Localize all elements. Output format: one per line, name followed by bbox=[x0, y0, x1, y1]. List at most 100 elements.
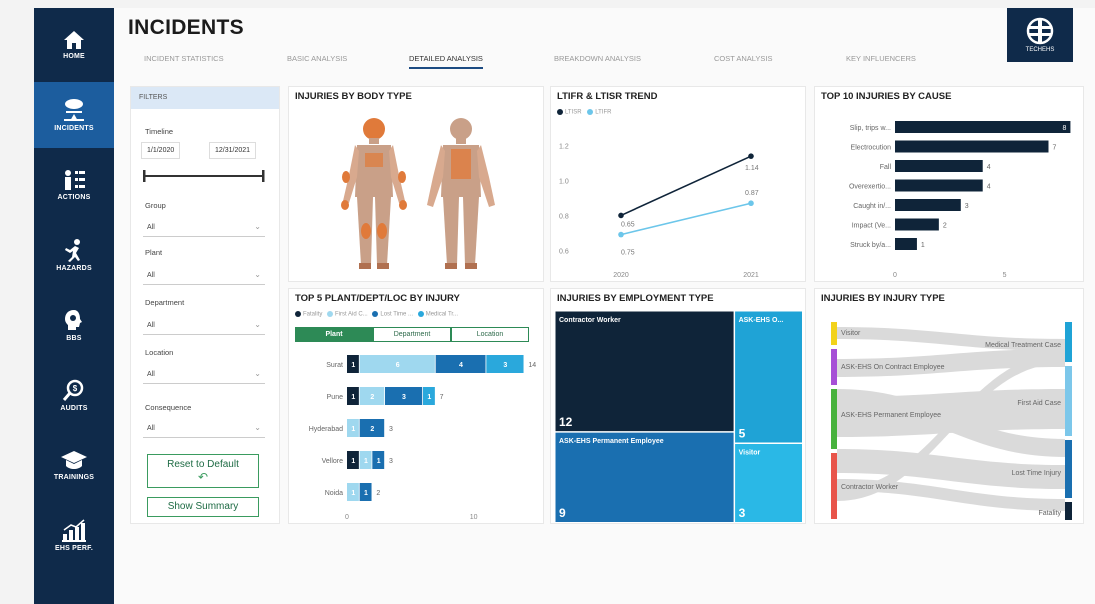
top10-chart: Slip, trips w... 8 Electrocution 7 Fall 4 Over… bbox=[849, 121, 1071, 279]
undo-icon: ↶ bbox=[197, 470, 209, 484]
y-tick-label: 1.2 bbox=[559, 144, 569, 151]
nav-label: TRAININGS bbox=[53, 474, 95, 481]
treemap-value-label: 3 bbox=[739, 506, 746, 520]
body-back-figure bbox=[427, 118, 495, 269]
treemap-value-label: 12 bbox=[559, 415, 573, 429]
sankey-node-permanent-employee[interactable] bbox=[831, 389, 837, 449]
injury-type-sankey: Visitor ASK-EHS On Contract Employee ASK… bbox=[831, 322, 1072, 520]
sankey-node-contractor-worker[interactable] bbox=[831, 453, 837, 519]
employment-treemap: Contractor Worker 12 ASK-EHS Permanent Emp… bbox=[555, 311, 802, 522]
segment-value-label: 1 bbox=[427, 394, 431, 401]
x-tick-label: 10 bbox=[470, 514, 478, 521]
bar-value-label: 4 bbox=[987, 164, 991, 171]
plant-select-value: All bbox=[147, 272, 155, 279]
sidebar-nav: HOME INCIDENTS ACTIONS HAZARDS BBS $ AUD… bbox=[34, 8, 114, 604]
tab-basic-analysis[interactable]: BASIC ANALYSIS bbox=[287, 54, 347, 67]
department-label: Department bbox=[145, 298, 185, 307]
timeline-slider-end-handle[interactable] bbox=[262, 170, 265, 182]
sankey-target-label: First Aid Case bbox=[1017, 400, 1061, 407]
filters-header: FILTERS bbox=[131, 87, 279, 109]
segment-value-label: 1 bbox=[351, 394, 355, 401]
data-point-ltisr bbox=[748, 153, 754, 159]
sankey-node-first-aid[interactable] bbox=[1065, 366, 1072, 436]
logo-mark-icon bbox=[1026, 17, 1054, 45]
timeline-slider[interactable] bbox=[143, 169, 267, 183]
nav-item-bbs[interactable]: BBS bbox=[34, 292, 114, 358]
treemap-cell bbox=[555, 432, 734, 522]
sankey-node-lost-time[interactable] bbox=[1065, 440, 1072, 498]
treemap-category-label: Visitor bbox=[739, 450, 761, 457]
reset-to-default-button[interactable]: Reset to Default ↶ bbox=[147, 454, 259, 488]
segment-value-label: 1 bbox=[351, 458, 355, 465]
tab-incident-statistics[interactable]: INCIDENT STATISTICS bbox=[144, 54, 224, 67]
location-label: Location bbox=[145, 348, 174, 357]
series-line-ltisr bbox=[620, 155, 752, 217]
main-content: INCIDENTS TECHEHS INCIDENT STATISTICS BA… bbox=[114, 8, 1095, 604]
sankey-node-visitor[interactable] bbox=[831, 322, 837, 345]
tab-breakdown-analysis[interactable]: BREAKDOWN ANALYSIS bbox=[554, 54, 641, 67]
x-tick-label: 0 bbox=[893, 272, 897, 279]
nav-item-actions[interactable]: ACTIONS bbox=[34, 152, 114, 218]
logo-text: TECHEHS bbox=[1025, 47, 1055, 53]
bar-total-label: 3 bbox=[389, 458, 393, 465]
location-select-value: All bbox=[147, 371, 155, 378]
group-select[interactable]: All ⌄ bbox=[143, 219, 265, 237]
bar-value-label: 7 bbox=[1052, 145, 1056, 152]
nav-item-hazards[interactable]: HAZARDS bbox=[34, 222, 114, 288]
incidents-icon bbox=[64, 99, 84, 121]
sankey-node-contract-employee[interactable] bbox=[831, 349, 837, 385]
segment-value-label: 2 bbox=[370, 426, 374, 433]
sankey-source-label: ASK-EHS On Contract Employee bbox=[841, 364, 945, 371]
category-label: Electrocution bbox=[851, 145, 892, 152]
treemap-cell bbox=[555, 311, 734, 432]
data-label: 0.75 bbox=[621, 250, 635, 257]
y-tick-label: 0.8 bbox=[559, 213, 569, 220]
trend-chart: 1.2 1.0 0.8 0.6 2020 2021 1.14 0.65 0.87 0.75 bbox=[559, 144, 759, 279]
tab-detailed-analysis[interactable]: DETAILED ANALYSIS bbox=[409, 54, 483, 69]
nav-label: BBS bbox=[66, 335, 82, 342]
data-point-ltisr bbox=[618, 212, 624, 219]
x-tick-label: 0 bbox=[345, 514, 349, 521]
consequence-select[interactable]: All ⌄ bbox=[143, 420, 265, 438]
tab-key-influencers[interactable]: KEY INFLUENCERS bbox=[846, 54, 916, 67]
chevron-down-icon: ⌄ bbox=[254, 320, 261, 329]
date-to-input[interactable]: 12/31/2021 bbox=[209, 142, 257, 159]
panel-title: INJURIES BY BODY TYPE bbox=[295, 91, 412, 102]
sankey-node-fatality[interactable] bbox=[1065, 502, 1072, 520]
timeline-label: Timeline bbox=[145, 127, 174, 136]
audits-icon: $ bbox=[62, 379, 84, 401]
ehs-perf-icon bbox=[62, 519, 86, 542]
nav-label: ACTIONS bbox=[57, 194, 91, 201]
nav-label: HOME bbox=[63, 53, 85, 60]
top5-chart: Surat 1 6 4 3 14 Pune 1 2 3 1 7 Hyderabad 1 2 3 Vellore 1… bbox=[309, 355, 536, 521]
treemap-category-label: ASK-EHS O... bbox=[739, 317, 784, 324]
plant-select[interactable]: All ⌄ bbox=[143, 267, 265, 285]
nav-label: EHS PERF. bbox=[55, 545, 93, 552]
plant-label: Plant bbox=[145, 248, 163, 257]
chevron-down-icon: ⌄ bbox=[254, 423, 261, 432]
tab-cost-analysis[interactable]: COST ANALYSIS bbox=[714, 54, 773, 67]
sankey-node-medical-treatment[interactable] bbox=[1065, 322, 1072, 362]
department-select[interactable]: All ⌄ bbox=[143, 317, 265, 335]
nav-item-audits[interactable]: $ AUDITS bbox=[34, 362, 114, 428]
category-label: Hyderabad bbox=[309, 426, 343, 433]
bar-total-label: 7 bbox=[440, 394, 444, 401]
nav-item-home[interactable]: HOME bbox=[34, 12, 114, 78]
category-label: Slip, trips w... bbox=[850, 125, 891, 132]
location-select[interactable]: All ⌄ bbox=[143, 366, 265, 384]
timeline-slider-start-handle[interactable] bbox=[143, 170, 146, 182]
bar-value-label: 4 bbox=[987, 184, 991, 191]
chevron-down-icon: ⌄ bbox=[254, 270, 261, 279]
bar bbox=[895, 179, 983, 192]
nav-item-incidents[interactable]: INCIDENTS bbox=[34, 82, 114, 148]
bar-value-label: 8 bbox=[1063, 125, 1067, 132]
segment-value-label: 2 bbox=[370, 394, 374, 401]
date-from-input[interactable]: 1/1/2020 bbox=[141, 142, 181, 159]
y-tick-label: 0.6 bbox=[559, 248, 569, 255]
show-summary-button[interactable]: Show Summary bbox=[147, 497, 259, 517]
nav-item-trainings[interactable]: TRAININGS bbox=[34, 432, 114, 498]
consequence-select-value: All bbox=[147, 425, 155, 432]
nav-item-ehs-perf[interactable]: EHS PERF. bbox=[34, 502, 114, 568]
sankey-source-label: ASK-EHS Permanent Employee bbox=[841, 412, 941, 419]
y-tick-label: 1.0 bbox=[559, 179, 569, 186]
